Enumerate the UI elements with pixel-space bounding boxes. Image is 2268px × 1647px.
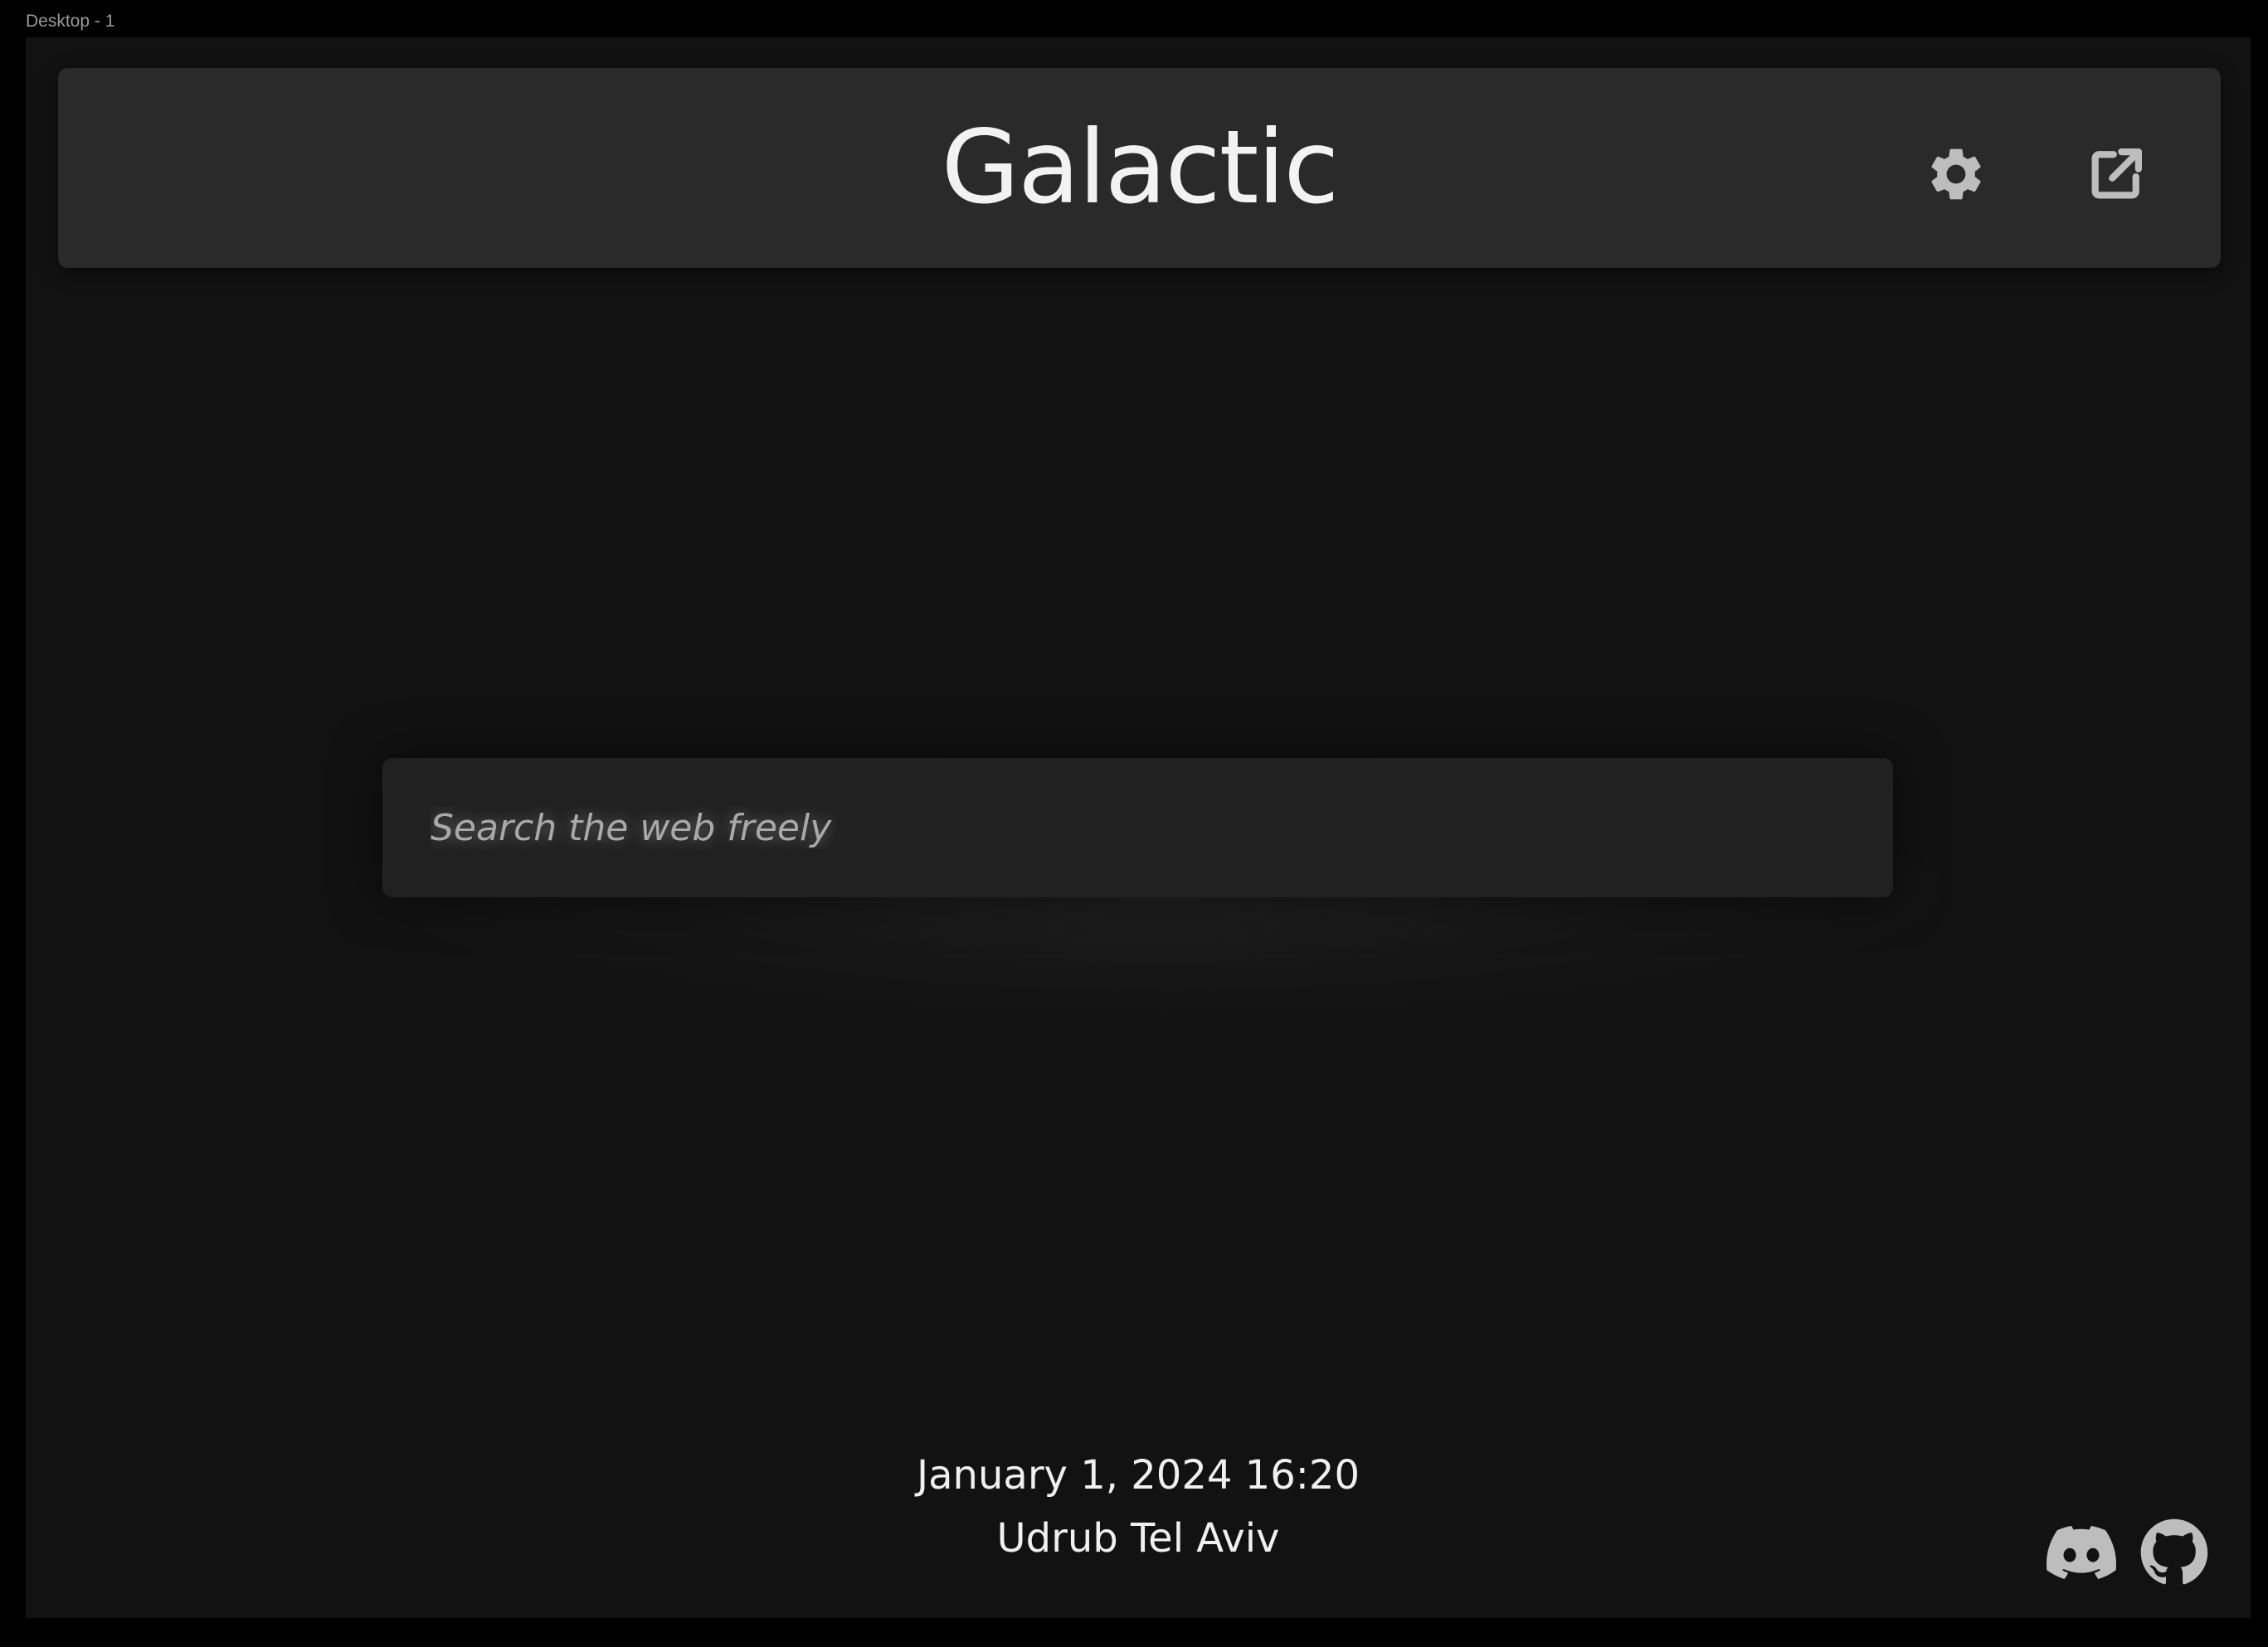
open-in-new-tab-button[interactable] xyxy=(2085,143,2148,206)
github-link[interactable] xyxy=(2139,1518,2209,1587)
frame-label: Desktop - 1 xyxy=(26,12,115,31)
brand-title: Galactic xyxy=(941,109,1340,226)
github-icon xyxy=(2140,1518,2208,1585)
header-bar: Galactic xyxy=(58,68,2221,268)
open-in-new-icon xyxy=(2091,148,2143,199)
search-input[interactable] xyxy=(382,758,1893,897)
settings-button[interactable] xyxy=(1925,143,1988,206)
search-box[interactable] xyxy=(382,758,1893,897)
desktop-frame: Galactic January 1, 2024 16:20 Udrub Tel… xyxy=(26,37,2251,1618)
discord-link[interactable] xyxy=(2047,1518,2116,1587)
location-text: Udrub Tel Aviv xyxy=(996,1515,1280,1562)
date-time-text: January 1, 2024 16:20 xyxy=(916,1452,1360,1499)
gear-icon xyxy=(1931,148,1981,200)
discord-icon xyxy=(2047,1525,2116,1580)
